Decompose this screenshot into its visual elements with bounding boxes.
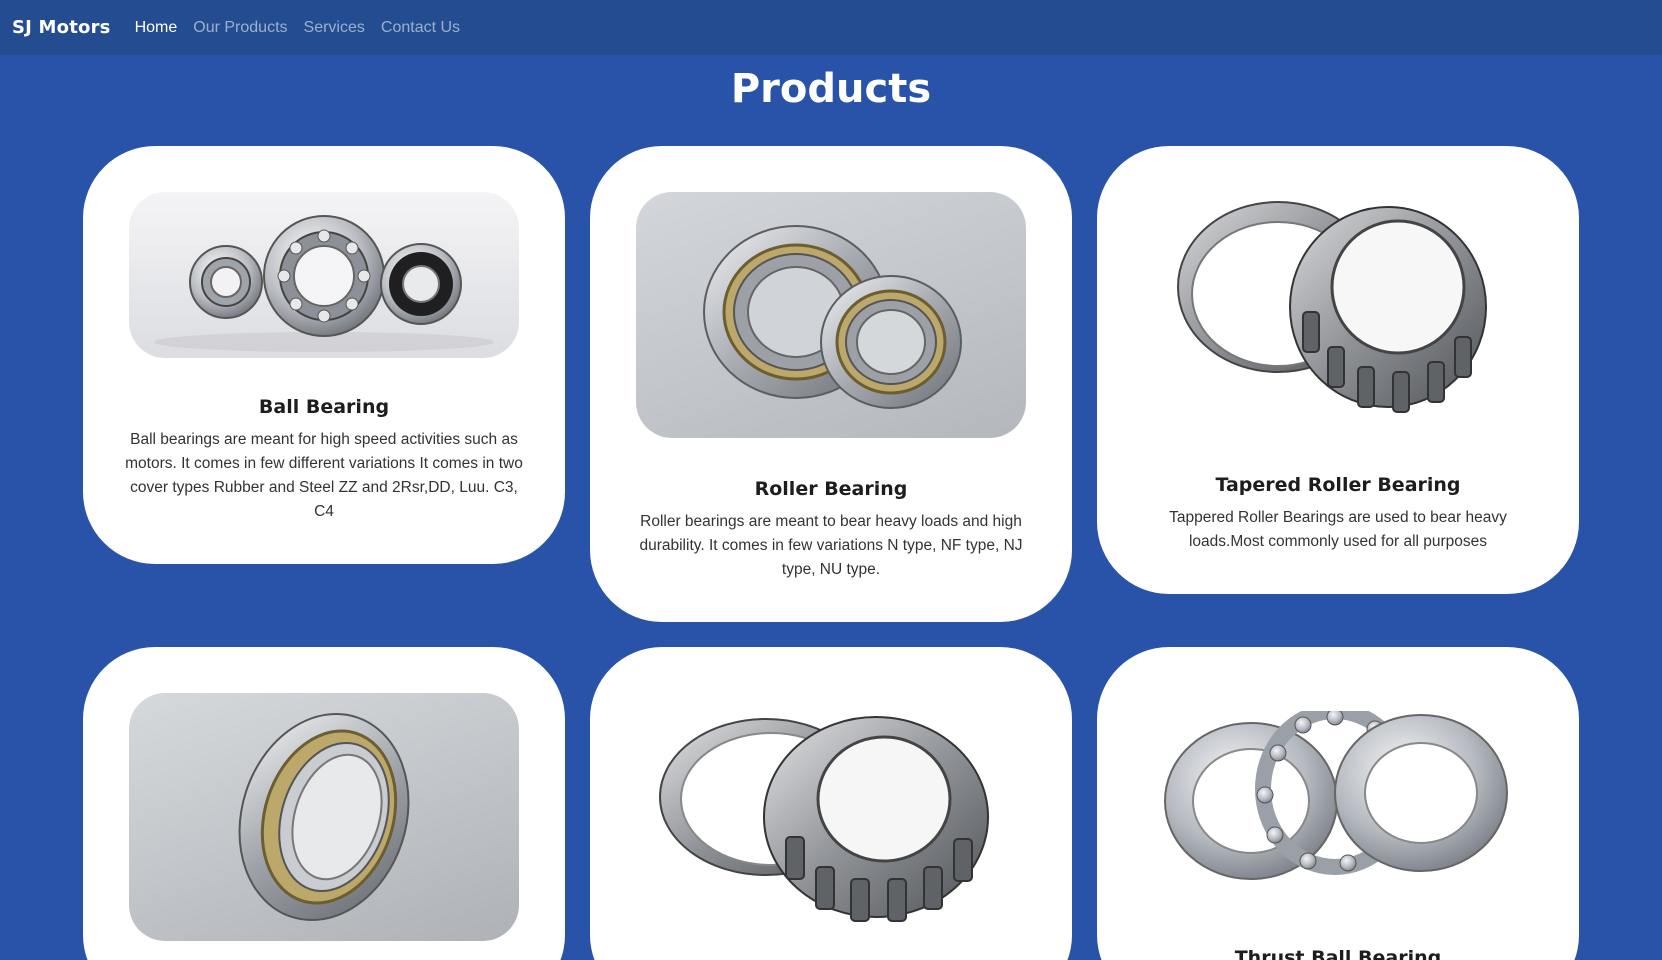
brand-logo[interactable]: SJ Motors <box>12 17 111 38</box>
thrust-ball-bearing-icon <box>1143 711 1533 881</box>
nav-link-home[interactable]: Home <box>135 19 178 37</box>
product-card-roller-bearing: Roller Bearing Roller bearings are meant… <box>590 146 1072 622</box>
product-card-thrust-ball-bearing: Thrust Ball Bearing <box>1097 647 1579 960</box>
thrust-roller-bearing-icon <box>636 707 1026 927</box>
page-title: Products <box>730 66 932 112</box>
spherical-roller-bearing-icon <box>129 693 519 941</box>
product-card-tapered-roller-bearing: Tapered Roller Bearing Tappered Roller B… <box>1097 146 1579 594</box>
product-title: Tapered Roller Bearing <box>1215 474 1461 496</box>
navbar: SJ Motors Home Our Products Services Con… <box>0 0 1662 55</box>
product-title: Ball Bearing <box>258 396 390 418</box>
product-title: Roller Bearing <box>754 478 908 500</box>
tapered-roller-bearing-icon <box>1143 192 1533 432</box>
nav-link-contact-us[interactable]: Contact Us <box>381 19 460 37</box>
roller-bearing-icon <box>636 192 1026 438</box>
product-card-5 <box>590 647 1072 960</box>
nav-link-services[interactable]: Services <box>304 19 365 37</box>
product-description: Roller bearings are meant to bear heavy … <box>639 513 1023 578</box>
product-description: Ball bearings are meant for high speed a… <box>125 431 523 520</box>
nav-link-our-products[interactable]: Our Products <box>193 19 287 37</box>
product-card-ball-bearing: Ball Bearing Ball bearings are meant for… <box>83 146 565 564</box>
ball-bearing-icon <box>129 192 519 358</box>
product-title: Thrust Ball Bearing <box>1234 947 1442 960</box>
product-card-4 <box>83 647 565 960</box>
product-description: Tappered Roller Bearings are used to bea… <box>1169 509 1507 550</box>
